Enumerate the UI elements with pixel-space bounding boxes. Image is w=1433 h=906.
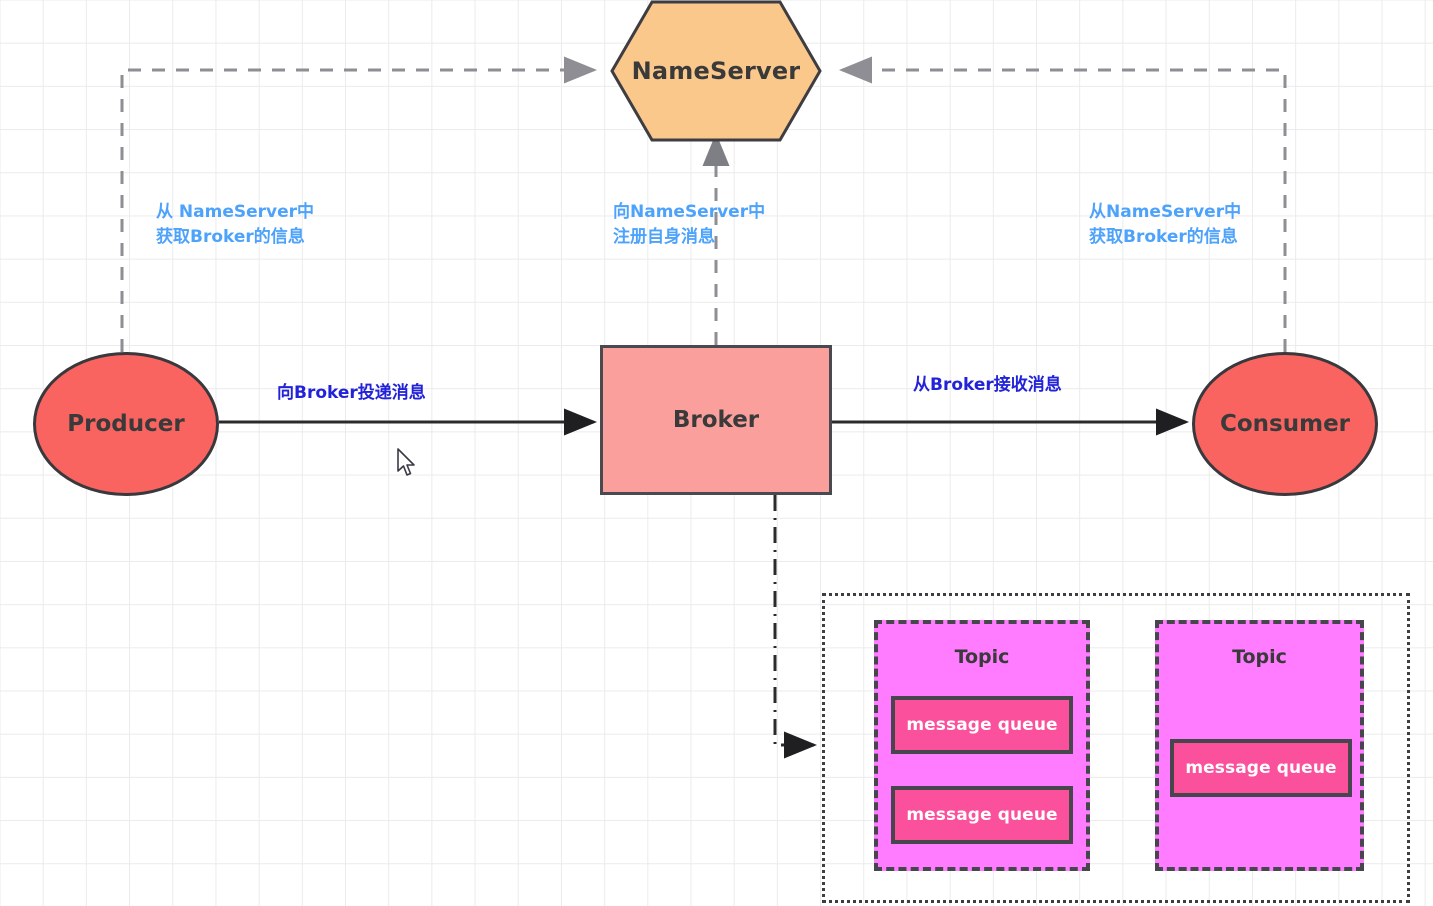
producer-label: Producer xyxy=(67,411,185,437)
label-producer-to-nameserver: 从 NameServer中 获取Broker的信息 xyxy=(156,200,314,249)
label-line-2: 获取Broker的信息 xyxy=(1089,226,1238,247)
topic-title-1: Topic xyxy=(954,646,1010,668)
label-line-2: 获取Broker的信息 xyxy=(156,226,305,247)
label-line-1: 向NameServer中 xyxy=(613,202,766,222)
node-producer[interactable]: Producer xyxy=(33,352,219,496)
label-line-2: 注册自身消息 xyxy=(613,226,715,247)
edge-broker-to-topics xyxy=(773,495,817,759)
node-consumer[interactable]: Consumer xyxy=(1192,352,1378,496)
topic-title-2: Topic xyxy=(1232,646,1287,668)
message-queue-label: message queue xyxy=(906,715,1058,735)
message-queue-label: message queue xyxy=(1185,758,1337,778)
label-line-1: 从NameServer中 xyxy=(1089,202,1242,222)
label-consumer-to-nameserver: 从NameServer中 获取Broker的信息 xyxy=(1089,200,1241,249)
diagram-canvas: NameServer Producer Broker Consumer Topi… xyxy=(0,0,1433,906)
label-line-1: 从 NameServer中 xyxy=(156,202,315,222)
label-broker-to-nameserver: 向NameServer中 注册自身消息 xyxy=(613,200,765,249)
message-queue-box[interactable]: message queue xyxy=(1170,739,1352,797)
mouse-cursor-icon xyxy=(397,448,415,476)
broker-label: Broker xyxy=(672,407,760,433)
label-producer-to-broker: 向Broker投递消息 xyxy=(277,383,426,403)
consumer-label: Consumer xyxy=(1219,411,1351,437)
nameserver-label: NameServer xyxy=(631,57,801,85)
label-broker-to-consumer: 从Broker接收消息 xyxy=(913,375,1062,395)
node-broker[interactable]: Broker xyxy=(600,345,832,495)
message-queue-box[interactable]: message queue xyxy=(891,786,1073,844)
node-nameserver[interactable]: NameServer xyxy=(610,0,822,142)
message-queue-label: message queue xyxy=(906,805,1058,825)
message-queue-box[interactable]: message queue xyxy=(891,696,1073,754)
